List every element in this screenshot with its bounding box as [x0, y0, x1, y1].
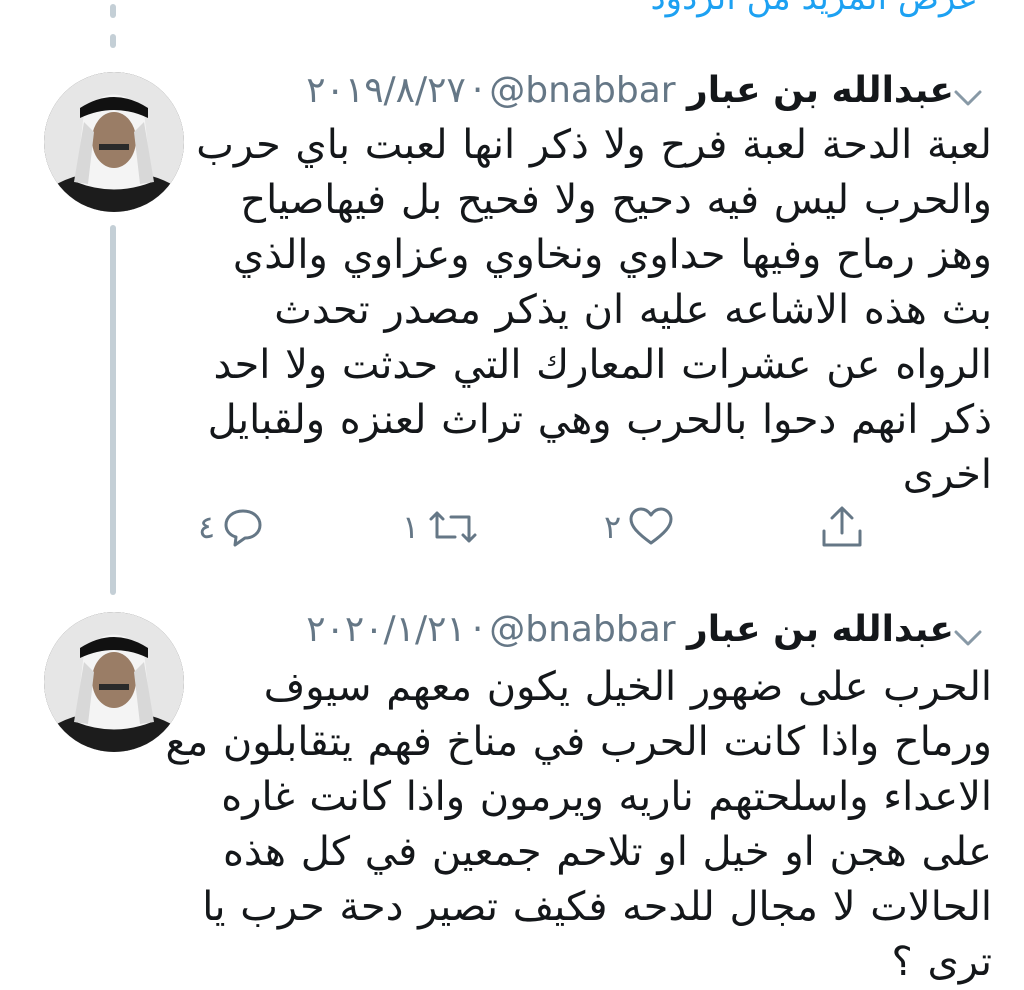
tweet-date[interactable]: ٢٠١٩/٨/٢٧	[306, 70, 466, 111]
avatar[interactable]	[44, 72, 184, 212]
display-name[interactable]: عبدالله بن عبار	[687, 70, 954, 111]
retweet-button[interactable]: ١	[402, 502, 481, 552]
reply-count: ٤	[198, 508, 216, 546]
tweet-text-line: الحالات لا مجال للدحه فكيف تصير دحة حرب …	[202, 884, 992, 930]
tweet-text-line: الاعداء واسلحتهم ناريه ويرمون واذا كانت …	[221, 774, 992, 820]
tweet-text-line: ورماح واذا كانت الحرب في مناخ فهم يتقابل…	[165, 719, 992, 765]
share-upload-icon	[822, 506, 862, 547]
reply-button[interactable]: ٤	[198, 502, 265, 552]
like-button[interactable]: ٢	[604, 502, 675, 552]
avatar-image	[44, 72, 184, 212]
display-name[interactable]: عبدالله بن عبار	[687, 609, 954, 650]
share-button[interactable]	[818, 502, 866, 552]
tweet-text-line: ترى ؟	[891, 939, 992, 985]
speech-bubble-icon	[224, 509, 262, 547]
chevron-down-icon[interactable]	[948, 78, 988, 118]
tweet-text-line: والحرب ليس فيه دحيح ولا فحيح بل فيهاصياح	[240, 177, 992, 223]
tweet-text-line: الرواه عن عشرات المعارك التي حدثت ولا اح…	[213, 342, 992, 388]
tweet-text-line: الحرب على ضهور الخيل يكون معهم سيوف	[263, 664, 992, 710]
chevron-down-icon[interactable]	[948, 618, 988, 658]
thread-line-dash	[110, 34, 116, 48]
heart-icon	[629, 507, 673, 545]
separator-dot: ·	[471, 70, 484, 111]
tweet-text-line: اخرى	[902, 452, 992, 498]
tweet-actions: ٤ ١ ٢	[0, 502, 1024, 562]
tweet-text: لعبة الدحة لعبة فرح ولا ذكر انها لعبت با…	[196, 118, 992, 503]
tweet-text-line: لعبة الدحة لعبة فرح ولا ذكر انها لعبت با…	[196, 122, 992, 168]
like-count: ٢	[604, 508, 622, 546]
tweet-date[interactable]: ٢٠٢٠/١/٢١	[306, 609, 466, 650]
separator-dot: ·	[471, 609, 484, 650]
tweet-header: عبدالله بن عبار @bnabbar·٢٠١٩/٨/٢٧	[200, 66, 954, 116]
user-handle[interactable]: @bnabbar	[489, 609, 675, 650]
retweet-count: ١	[402, 508, 420, 546]
tweet-text: الحرب على ضهور الخيل يكون معهم سيوف ورما…	[165, 660, 992, 990]
retweet-arrows-icon	[429, 511, 477, 543]
tweet-text-line: على هجن او خيل او تلاحم جمعين في كل هذه	[222, 829, 992, 875]
avatar[interactable]	[44, 612, 184, 752]
user-handle[interactable]: @bnabbar	[489, 70, 675, 111]
avatar-image	[44, 612, 184, 752]
thread-line-dash	[110, 4, 116, 18]
tweet-text-line: وهز رماح وفيها حداوي ونخاوي وعزاوي والذي	[232, 232, 992, 278]
show-more-replies-link[interactable]: عرض المزيد من الردود	[651, 0, 978, 18]
tweet-text-line: ذكر انهم دحوا بالحرب وهي تراث لعنزه ولقب…	[207, 397, 992, 443]
tweet-text-line: بث هذه الاشاعه عليه ان يذكر مصدر تحدث	[274, 287, 992, 333]
tweet-header: عبدالله بن عبار @bnabbar·٢٠٢٠/١/٢١	[200, 605, 954, 655]
